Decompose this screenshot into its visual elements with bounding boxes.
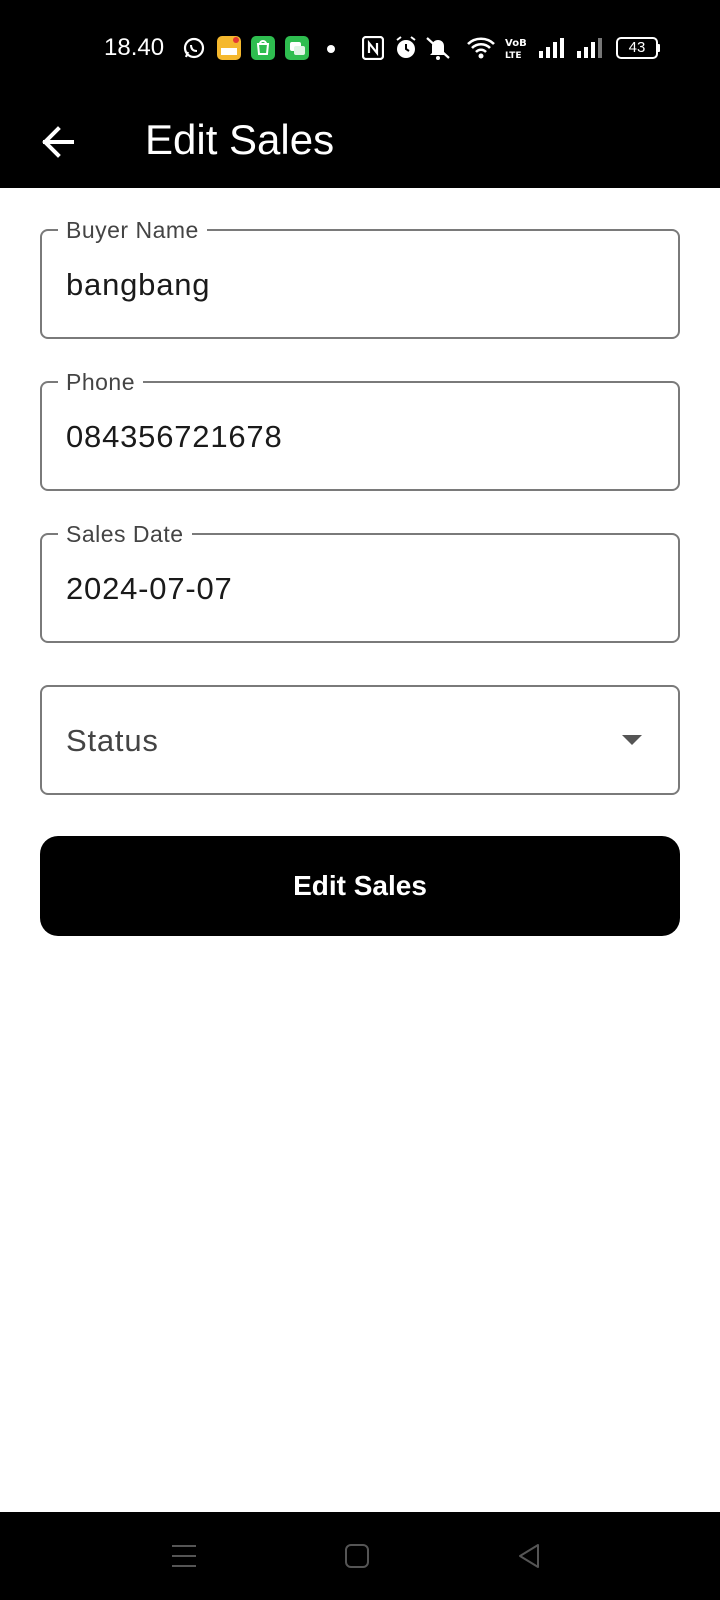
whatsapp-icon [183, 37, 205, 59]
app-bar: Edit Sales [0, 96, 720, 188]
sales-date-field[interactable]: Sales Date 2024-07-07 [40, 520, 680, 643]
battery-level: 43 [628, 39, 646, 56]
alarm-icon [396, 36, 416, 58]
messages-icon [285, 36, 309, 60]
dot-icon [327, 45, 335, 53]
menu-icon [172, 1545, 196, 1567]
sales-date-input[interactable]: 2024-07-07 [66, 569, 233, 609]
phone-field[interactable]: Phone 084356721678 [40, 368, 680, 491]
status-placeholder: Status [66, 723, 159, 758]
home-button[interactable] [337, 1538, 377, 1574]
signal-icon [539, 38, 564, 58]
back-button[interactable] [28, 112, 88, 172]
buyer-name-input[interactable]: bangbang [66, 265, 210, 305]
svg-text:VoB: VoB [505, 38, 526, 49]
recent-apps-button[interactable] [164, 1538, 204, 1574]
app-badge-icon [217, 36, 241, 60]
buyer-name-label: Buyer Name [58, 216, 207, 244]
arrow-left-icon [42, 126, 74, 158]
dropdown-arrow-icon[interactable] [622, 735, 642, 745]
back-triangle-icon [519, 1544, 539, 1568]
wifi-icon [467, 37, 495, 59]
battery-icon: 43 [616, 37, 660, 59]
clock-time: 18.40 [104, 34, 165, 61]
phone-input[interactable]: 084356721678 [66, 417, 283, 457]
page-title: Edit Sales [145, 116, 335, 163]
home-icon [345, 1544, 369, 1568]
buyer-name-field[interactable]: Buyer Name bangbang [40, 216, 680, 339]
store-icon [251, 36, 275, 60]
status-bar: 18.40 VoB LTE 43 [0, 0, 720, 96]
phone-label: Phone [58, 368, 144, 396]
svg-text:LTE: LTE [505, 51, 522, 61]
edit-sales-button[interactable]: Edit Sales [40, 836, 680, 936]
signal-icon-2 [577, 38, 602, 58]
volte-icon: VoB LTE [505, 38, 526, 61]
status-dropdown[interactable]: Status [40, 685, 680, 795]
system-back-button[interactable] [509, 1538, 549, 1574]
mute-icon [426, 37, 450, 60]
system-nav-bar [0, 1512, 720, 1600]
nfc-icon [362, 36, 384, 60]
sales-date-label: Sales Date [58, 520, 192, 548]
